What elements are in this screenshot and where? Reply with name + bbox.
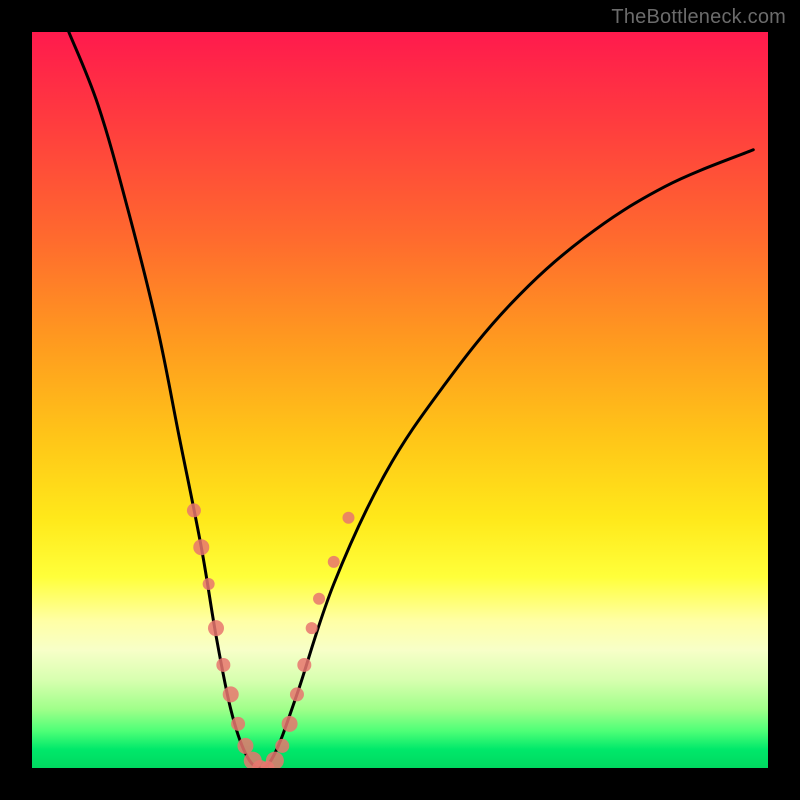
scatter-dot (266, 752, 284, 768)
scatter-dot (342, 512, 354, 524)
scatter-dot (187, 503, 201, 517)
scatter-dot (297, 658, 311, 672)
scatter-dot (306, 622, 318, 634)
scatter-dot (282, 716, 298, 732)
scatter-dot (231, 717, 245, 731)
scatter-dot (223, 686, 239, 702)
scatter-dot (208, 620, 224, 636)
scatter-dot (216, 658, 230, 672)
scatter-dot (290, 687, 304, 701)
scatter-layer (187, 503, 355, 768)
scatter-dot (328, 556, 340, 568)
bottleneck-curve (69, 32, 753, 768)
chart-frame: TheBottleneck.com (0, 0, 800, 800)
chart-svg (32, 32, 768, 768)
scatter-dot (275, 739, 289, 753)
plot-area (32, 32, 768, 768)
scatter-dot (237, 738, 253, 754)
scatter-dot (313, 593, 325, 605)
scatter-dot (193, 539, 209, 555)
curve-layer (69, 32, 753, 768)
scatter-dot (203, 578, 215, 590)
watermark-text: TheBottleneck.com (611, 6, 786, 29)
